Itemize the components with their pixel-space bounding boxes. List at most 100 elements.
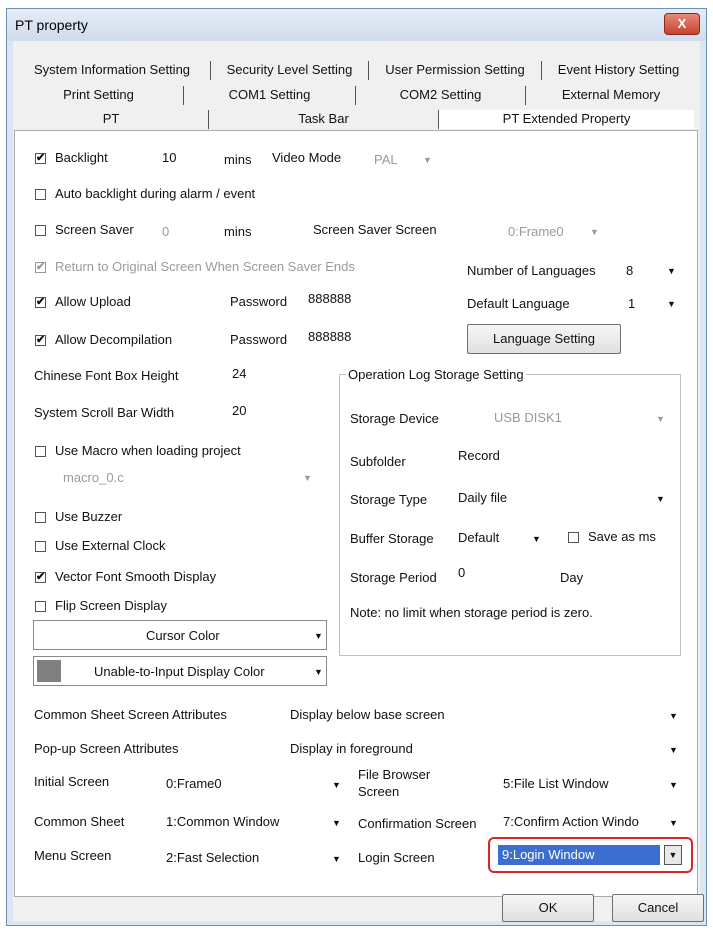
vector-font-label: Vector Font Smooth Display [55, 569, 217, 584]
confirmation-screen-value[interactable]: 7:Confirm Action Windo [503, 814, 639, 829]
title-bar: PT property X [7, 9, 706, 41]
backlight-value: 10 [162, 150, 177, 165]
allow-decompilation-checkbox[interactable]: ✔ [35, 335, 46, 346]
backlight-field[interactable]: 10 [156, 148, 214, 170]
confirmation-screen-label: Confirmation Screen [358, 816, 477, 831]
auto-backlight-checkbox[interactable] [35, 189, 46, 200]
screen-saver-checkbox[interactable] [35, 225, 46, 236]
language-setting-button[interactable]: Language Setting [467, 324, 621, 354]
save-as-ms-checkbox[interactable] [568, 532, 579, 543]
common-sheet-attr-value[interactable]: Display below base screen [290, 707, 445, 722]
font-box-field[interactable]: 24 [226, 363, 296, 387]
tab-row-2: Print Setting COM1 Setting COM2 Setting … [14, 86, 696, 105]
cursor-color-swatch [37, 624, 61, 646]
return-original-label: Return to Original Screen When Screen Sa… [55, 259, 355, 274]
chevron-down-icon: ▼ [669, 745, 678, 755]
use-macro-checkbox[interactable] [35, 446, 46, 457]
macro-select[interactable]: macro_0.c ▼ [35, 466, 323, 490]
tab-security-level[interactable]: Security Level Setting [211, 61, 369, 80]
initial-screen-label: Initial Screen [34, 774, 110, 789]
login-screen-select[interactable]: 9:Login Window [498, 845, 660, 865]
tab-com2-setting[interactable]: COM2 Setting [356, 86, 526, 105]
screen-saver-screen-label: Screen Saver Screen [313, 222, 437, 237]
chevron-down-icon: ▼ [656, 494, 665, 504]
allow-upload-label: Allow Upload [55, 294, 131, 309]
backlight-checkbox[interactable]: ✔ [35, 153, 46, 164]
tab-user-permission[interactable]: User Permission Setting [369, 61, 542, 80]
storage-device-value: USB DISK1 [494, 410, 562, 425]
tab-system-information[interactable]: System Information Setting [14, 61, 211, 80]
video-mode-value[interactable]: PAL [374, 152, 398, 167]
macro-value: macro_0.c [63, 470, 124, 485]
cursor-color-label: Cursor Color [146, 628, 220, 643]
chevron-down-icon: ▼ [669, 711, 678, 721]
subfolder-field[interactable]: Record [456, 444, 674, 472]
storage-period-field[interactable]: 0 [456, 563, 542, 587]
storage-device-label: Storage Device [350, 411, 439, 426]
storage-period-label: Storage Period [350, 570, 437, 585]
file-browser-value[interactable]: 5:File List Window [503, 776, 608, 791]
menu-screen-value[interactable]: 2:Fast Selection [166, 850, 259, 865]
screen-saver-unit: mins [224, 224, 252, 239]
cursor-color-select[interactable]: Cursor Color ▼ [33, 620, 327, 650]
default-language-label: Default Language [467, 296, 570, 311]
use-buzzer-checkbox[interactable] [35, 512, 46, 523]
upload-password-label: Password [230, 294, 288, 309]
cancel-button[interactable]: Cancel [612, 894, 704, 922]
flip-screen-label: Flip Screen Display [55, 598, 167, 613]
unable-color-select[interactable]: Unable-to-Input Display Color ▼ [33, 656, 327, 686]
screen-saver-value[interactable]: 0 [162, 224, 169, 239]
decompile-password-label: Password [230, 332, 288, 347]
close-button[interactable]: X [664, 13, 700, 35]
chevron-down-icon: ▼ [423, 155, 432, 165]
use-external-clock-label: Use External Clock [55, 538, 166, 553]
chevron-down-icon: ▼ [669, 818, 678, 828]
use-buzzer-label: Use Buzzer [55, 509, 123, 524]
vector-font-checkbox[interactable]: ✔ [35, 572, 46, 583]
decompile-password-value: 888888 [308, 329, 352, 344]
subfolder-value: Record [458, 448, 500, 463]
screen-saver-screen-value[interactable]: 0:Frame0 [508, 224, 564, 239]
file-browser-label-2: Screen [358, 784, 400, 799]
tab-event-history[interactable]: Event History Setting [542, 61, 695, 80]
popup-attr-value[interactable]: Display in foreground [290, 741, 413, 756]
number-of-languages-value[interactable]: 8 [626, 263, 633, 278]
login-screen-dropdown-button[interactable]: ▼ [664, 845, 682, 865]
initial-screen-value[interactable]: 0:Frame0 [166, 776, 222, 791]
tab-external-memory[interactable]: External Memory [526, 86, 696, 105]
tab-print-setting[interactable]: Print Setting [14, 86, 184, 105]
ok-button[interactable]: OK [502, 894, 594, 922]
decompile-password-field[interactable]: 888888 [304, 327, 454, 351]
chevron-down-icon: ▼ [669, 780, 678, 790]
screen-saver-label: Screen Saver [55, 222, 134, 237]
storage-type-label: Storage Type [350, 492, 428, 507]
chevron-down-icon: ▼ [532, 534, 541, 544]
storage-device-select[interactable]: USB DISK1 ▼ [456, 404, 674, 432]
chevron-down-icon: ▼ [667, 266, 676, 276]
return-original-checkbox[interactable]: ✔ [35, 262, 46, 273]
scroll-bar-field[interactable]: 20 [226, 400, 296, 424]
tab-task-bar[interactable]: Task Bar [209, 110, 439, 129]
storage-type-value[interactable]: Daily file [458, 490, 507, 505]
tab-com1-setting[interactable]: COM1 Setting [184, 86, 356, 105]
use-external-clock-checkbox[interactable] [35, 541, 46, 552]
tab-pt[interactable]: PT [14, 110, 209, 129]
buffer-storage-value[interactable]: Default [458, 530, 499, 545]
default-language-value[interactable]: 1 [628, 296, 635, 311]
chevron-down-icon: ▼ [656, 414, 665, 424]
flip-screen-checkbox[interactable] [35, 601, 46, 612]
font-box-label: Chinese Font Box Height [34, 368, 179, 383]
tab-pt-extended-property[interactable]: PT Extended Property [439, 110, 694, 129]
chevron-down-icon: ▼ [314, 667, 323, 677]
chevron-down-icon: ▼ [332, 854, 341, 864]
chevron-down-icon: ▼ [303, 473, 312, 483]
upload-password-field[interactable]: 888888 [304, 289, 454, 313]
scroll-bar-label: System Scroll Bar Width [34, 405, 175, 420]
allow-upload-checkbox[interactable]: ✔ [35, 297, 46, 308]
common-sheet-value[interactable]: 1:Common Window [166, 814, 279, 829]
allow-decompilation-label: Allow Decompilation [55, 332, 173, 347]
operation-log-title: Operation Log Storage Setting [346, 367, 526, 382]
popup-attr-label: Pop-up Screen Attributes [34, 741, 179, 756]
backlight-unit: mins [224, 152, 252, 167]
login-screen-label: Login Screen [358, 850, 435, 865]
